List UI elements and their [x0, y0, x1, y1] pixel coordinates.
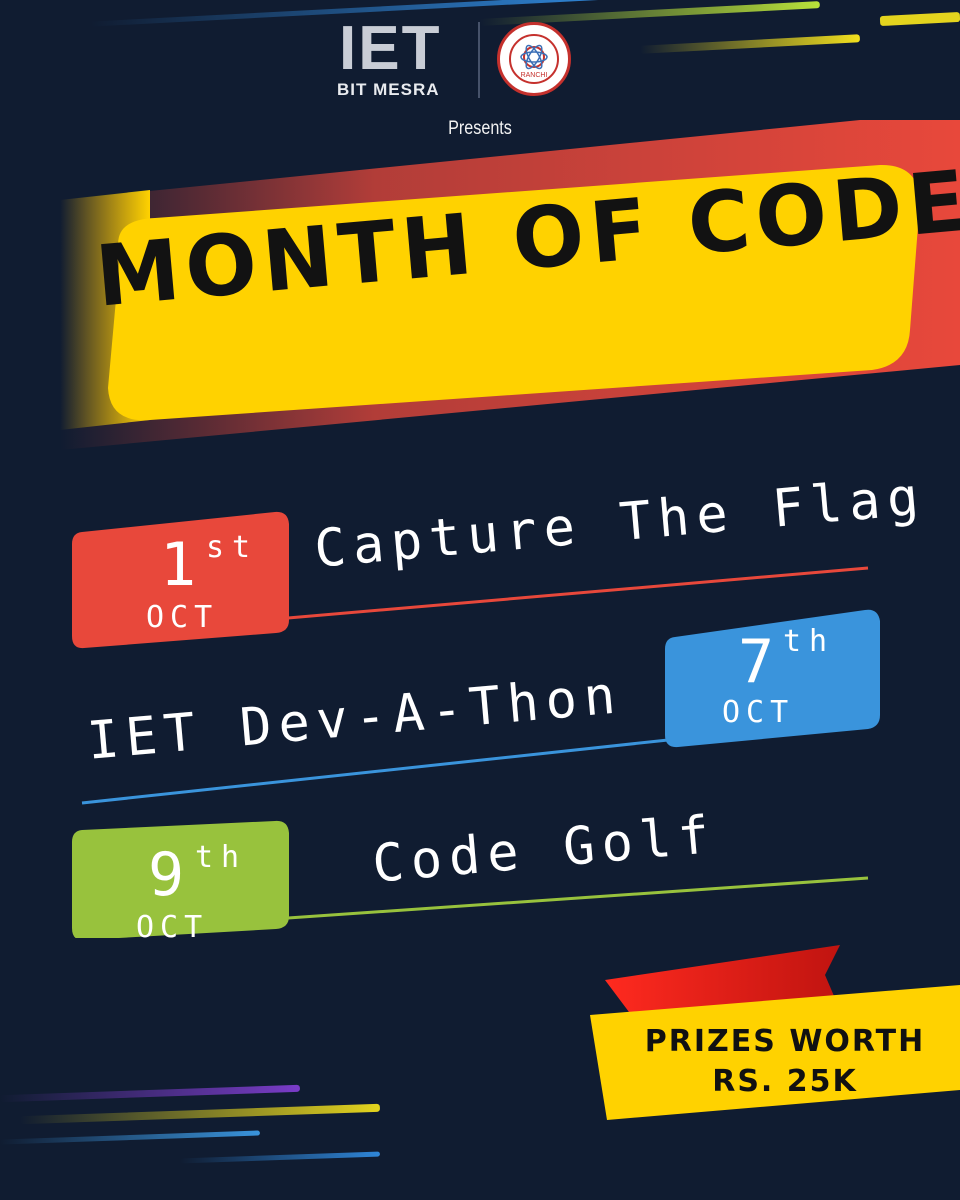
- seal-caption: RANCHI: [520, 72, 548, 79]
- institute-seal-logo: RANCHI: [497, 22, 571, 96]
- iet-logo-subtitle: BIT MESRA: [337, 80, 440, 99]
- event-poster: IET BIT MESRA RANCHI Presents MONTH OF C…: [0, 0, 960, 1200]
- streak-top-3: [639, 34, 861, 54]
- event-3-suffix: th: [195, 840, 248, 875]
- prize-line-1: PRIZES WORTH: [644, 1024, 926, 1059]
- gear-atom-icon: [520, 44, 548, 70]
- prize-line-2: RS. 25K: [712, 1064, 858, 1099]
- streak-bottom-4: [179, 1151, 381, 1164]
- event-2-month: OCT: [722, 695, 795, 730]
- streak-bottom-3: [0, 1130, 261, 1145]
- streak-bottom-1: [0, 1084, 301, 1103]
- event-2-suffix: th: [783, 624, 836, 659]
- logo-divider: [478, 22, 480, 98]
- iet-logo-letters: IET: [339, 14, 442, 83]
- streak-bottom-2: [19, 1103, 381, 1125]
- prize-text: PRIZES WORTH RS. 25K: [610, 1022, 960, 1102]
- iet-logo: IET BIT MESRA: [335, 18, 470, 103]
- streak-top-4: [879, 11, 960, 27]
- event-1-day: 1: [160, 530, 197, 600]
- event-3-day: 9: [148, 840, 185, 910]
- event-3-month: OCT: [136, 910, 209, 945]
- event-1-suffix: st: [206, 530, 259, 565]
- event-2-day: 7: [738, 627, 775, 697]
